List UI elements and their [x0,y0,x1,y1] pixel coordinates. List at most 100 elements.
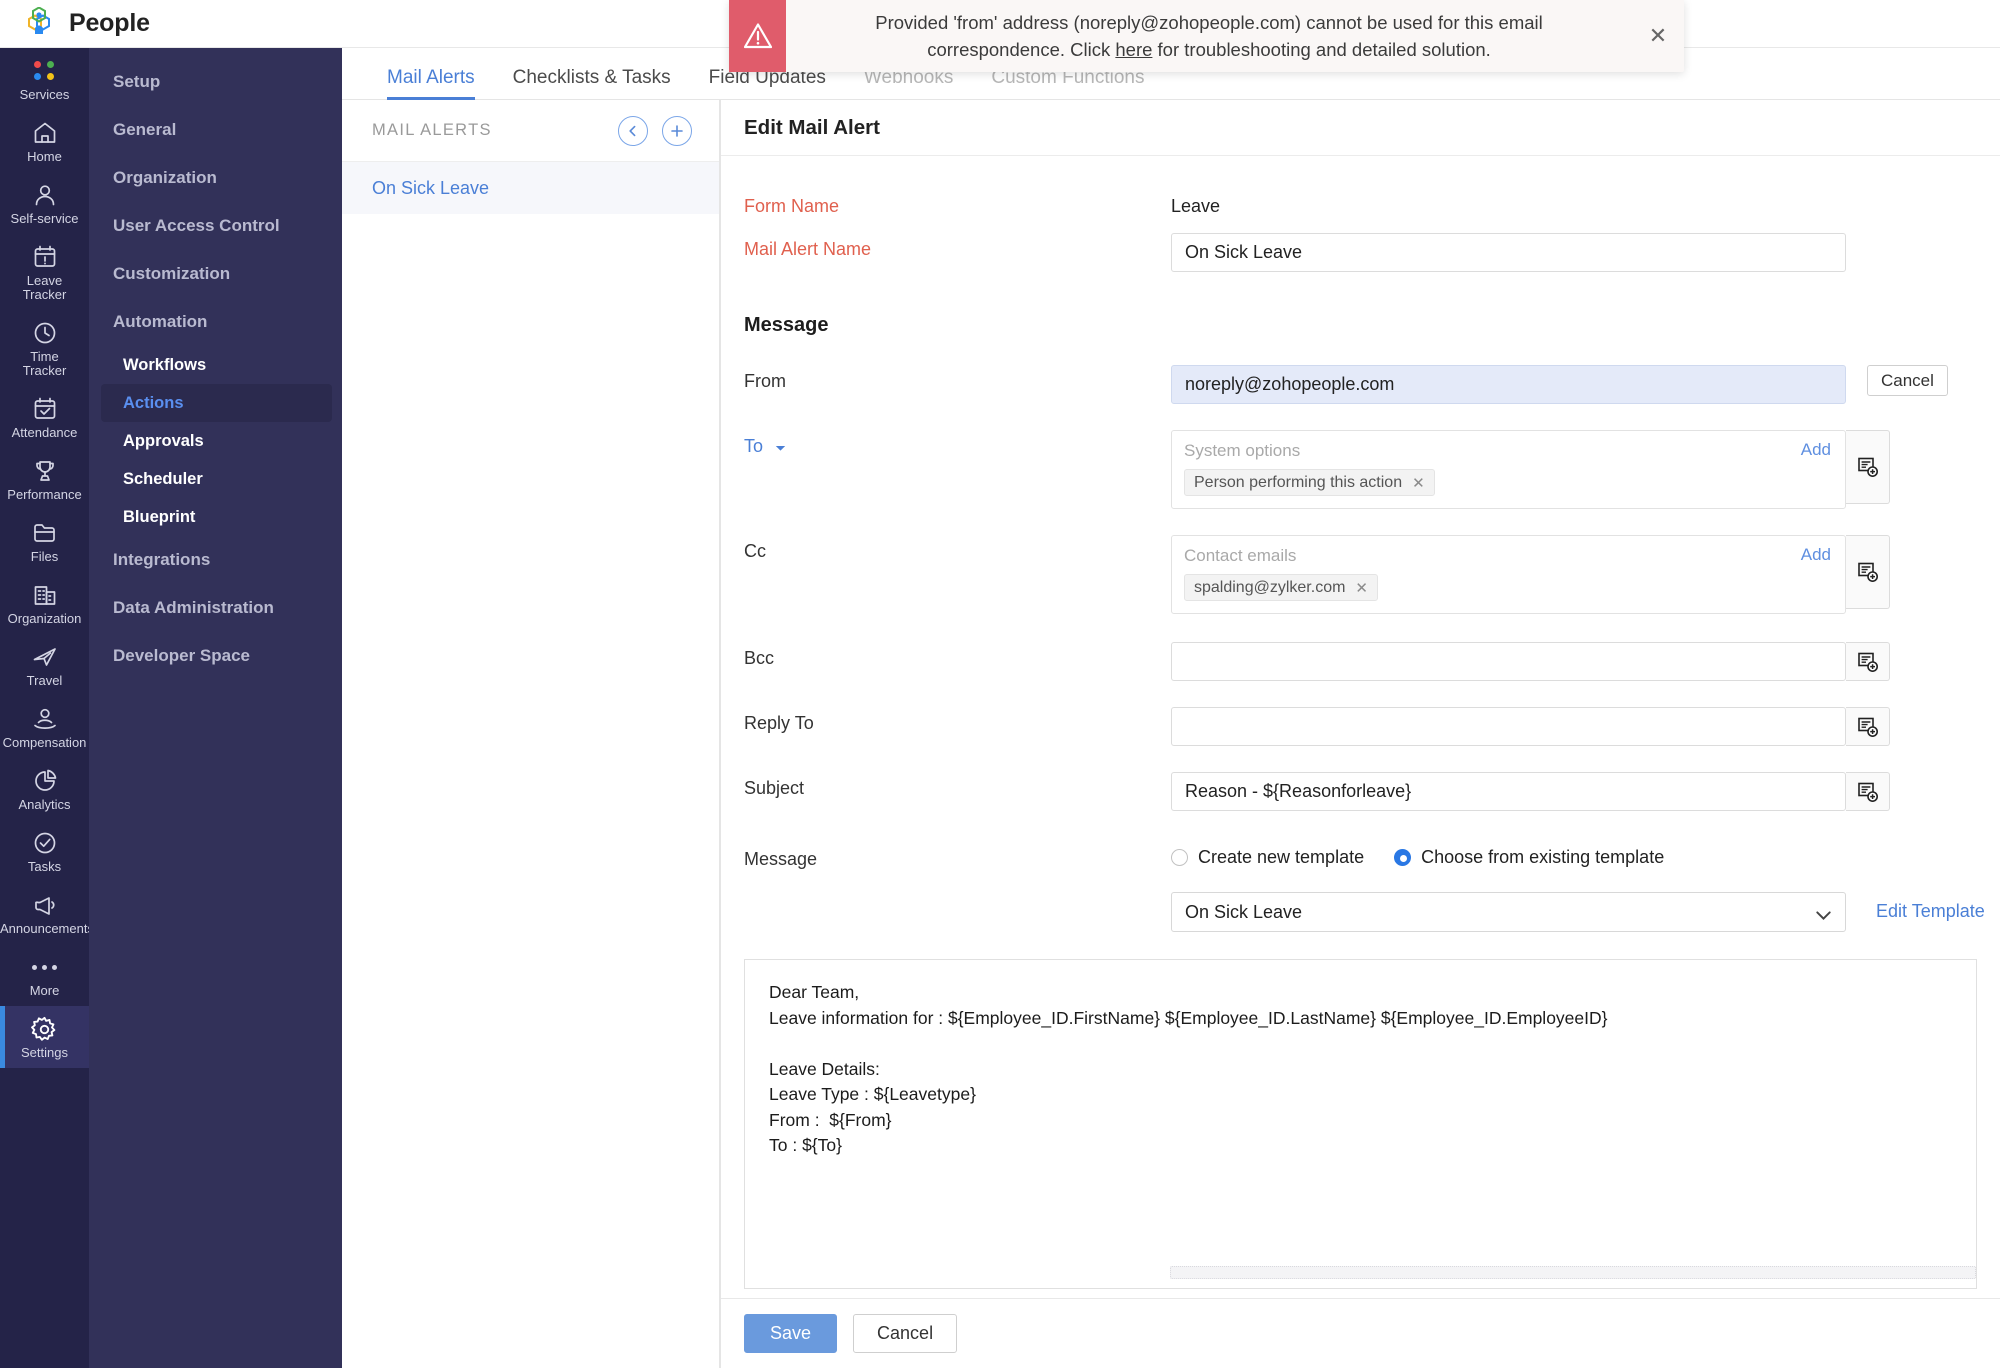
rail-item-tasks[interactable]: Tasks [0,820,89,882]
rail-item-label: Self-service [0,212,89,226]
rail-item-compensation[interactable]: Compensation [0,696,89,758]
to-label[interactable]: To [744,430,1171,509]
horizontal-scrollbar[interactable] [1170,1266,1976,1279]
field-message-mode: Message Create new template Choose from … [721,843,2000,870]
nav-sub-approvals[interactable]: Approvals [101,422,332,460]
edit-template-link[interactable]: Edit Template [1876,892,1985,922]
to-chip[interactable]: Person performing this action ✕ [1184,469,1435,496]
cc-add-link[interactable]: Add [1801,545,1831,565]
nav-group-organization[interactable]: Organization [89,154,342,202]
remove-chip-icon[interactable]: ✕ [1412,474,1425,492]
nav-label: Data Administration [113,598,274,618]
calendar-alert-icon [32,243,58,271]
rail-item-announcements[interactable]: Announcements [0,882,89,944]
nav-sub-actions[interactable]: Actions [101,384,332,422]
from-cancel-button[interactable]: Cancel [1867,365,1948,396]
rail-item-services[interactable]: Services [0,48,89,110]
message-body-box[interactable]: Dear Team, Leave information for : ${Emp… [744,959,1977,1289]
message-section-heading: Message [721,314,2000,337]
radio-choose-existing-template[interactable] [1394,849,1411,866]
nav-label: General [113,120,176,140]
remove-chip-icon[interactable]: ✕ [1355,579,1368,597]
save-button[interactable]: Save [744,1314,837,1353]
nav-group-developer-space[interactable]: Developer Space [89,632,342,680]
rail-item-self-service[interactable]: Self-service [0,172,89,234]
to-placeholder: System options [1184,441,1833,461]
cc-chip[interactable]: spalding@zylker.com ✕ [1184,574,1378,601]
check-circle-icon [32,829,58,857]
rail-item-time-tracker[interactable]: TimeTracker [0,310,89,386]
rail-item-label: Analytics [0,798,89,812]
rail-item-label: TimeTracker [0,350,89,378]
rail-item-label: Announcements [0,922,89,936]
rail-item-label: Settings [0,1046,89,1060]
insert-merge-field-icon[interactable] [1846,642,1890,681]
mail-alert-name-label: Mail Alert Name [744,233,1171,272]
form-footer: Save Cancel [721,1298,2000,1368]
insert-merge-field-icon[interactable] [1846,430,1890,504]
nav-sub-workflows[interactable]: Workflows [101,346,332,384]
rail-item-settings[interactable]: Settings [0,1006,89,1068]
bcc-label: Bcc [744,642,1171,681]
toast-here-link[interactable]: here [1115,39,1152,60]
nav-sub-blueprint[interactable]: Blueprint [101,498,332,536]
rail-item-files[interactable]: Files [0,510,89,572]
tab-mail-alerts[interactable]: Mail Alerts [387,67,475,99]
template-select[interactable]: On Sick Leave [1171,892,1846,932]
setup-sidebar: Setup General OrganizationUser Access Cont… [89,48,342,1368]
error-toast: Provided 'from' address (noreply@zohopeo… [729,0,1684,72]
list-item-label: On Sick Leave [372,178,489,199]
rail-item-leave-tracker[interactable]: LeaveTracker [0,234,89,310]
radio-choose-existing-template-label: Choose from existing template [1421,847,1664,868]
pie-chart-icon [32,767,58,795]
insert-merge-field-icon[interactable] [1846,772,1890,811]
nav-group-integrations[interactable]: Integrations [89,536,342,584]
nav-sub-scheduler[interactable]: Scheduler [101,460,332,498]
mail-alerts-list-panel: MAIL ALERTS On Sick Leave [342,100,720,1368]
rail-item-label: LeaveTracker [0,274,89,302]
rail-item-analytics[interactable]: Analytics [0,758,89,820]
rail-item-travel[interactable]: Travel [0,634,89,696]
bcc-input[interactable] [1171,642,1846,681]
nav-group-user-access-control[interactable]: User Access Control [89,202,342,250]
rail-item-organization[interactable]: Organization [0,572,89,634]
plus-icon[interactable] [662,116,692,146]
nav-group-customization[interactable]: Customization [89,250,342,298]
radio-create-new-template[interactable] [1171,849,1188,866]
nav-label: Scheduler [123,470,203,489]
trophy-icon [32,457,58,485]
rail-item-home[interactable]: Home [0,110,89,172]
nav-label: Actions [123,394,184,413]
chevron-down-icon[interactable] [1816,905,1831,926]
insert-merge-field-icon[interactable] [1846,535,1890,609]
mail-alert-name-input[interactable]: On Sick Leave [1171,233,1846,272]
insert-merge-field-icon[interactable] [1846,707,1890,746]
nav-group-data-administration[interactable]: Data Administration [89,584,342,632]
reply-to-input[interactable] [1171,707,1846,746]
zoho-people-logo [22,7,56,41]
cancel-button[interactable]: Cancel [853,1314,957,1353]
subject-input[interactable]: Reason - ${Reasonforleave} [1171,772,1846,811]
from-input[interactable]: noreply@zohopeople.com [1171,365,1846,404]
primary-icon-rail: Services Home Self-service LeaveTracker Time… [0,48,89,1368]
edit-mail-alert-panel: Edit Mail Alert Form Name Leave Mail Ale… [720,100,2000,1368]
chevron-left-icon[interactable] [618,116,648,146]
rail-item-label: Organization [0,612,89,626]
rail-item-performance[interactable]: Performance [0,448,89,510]
cc-chip-input[interactable]: Contact emails spalding@zylker.com ✕ Add [1171,535,1846,614]
to-chip-label: Person performing this action [1194,474,1402,492]
rail-item-more[interactable]: More [0,944,89,1006]
tab-checklists-tasks[interactable]: Checklists & Tasks [513,67,671,99]
field-cc: Cc Contact emails spalding@zylker.com ✕ … [721,535,2000,614]
close-icon[interactable]: ✕ [1632,0,1684,72]
nav-group-setup[interactable]: Setup [89,58,342,106]
rail-item-attendance[interactable]: Attendance [0,386,89,448]
rail-item-label: Home [0,150,89,164]
to-add-link[interactable]: Add [1801,440,1831,460]
chevron-down-icon[interactable] [775,436,786,456]
nav-group-automation[interactable]: Automation [89,298,342,346]
to-chip-input[interactable]: System options Person performing this ac… [1171,430,1846,509]
list-item[interactable]: On Sick Leave [342,162,719,214]
nav-group-general[interactable]: General [89,106,342,154]
form-name-label: Form Name [744,190,1171,217]
